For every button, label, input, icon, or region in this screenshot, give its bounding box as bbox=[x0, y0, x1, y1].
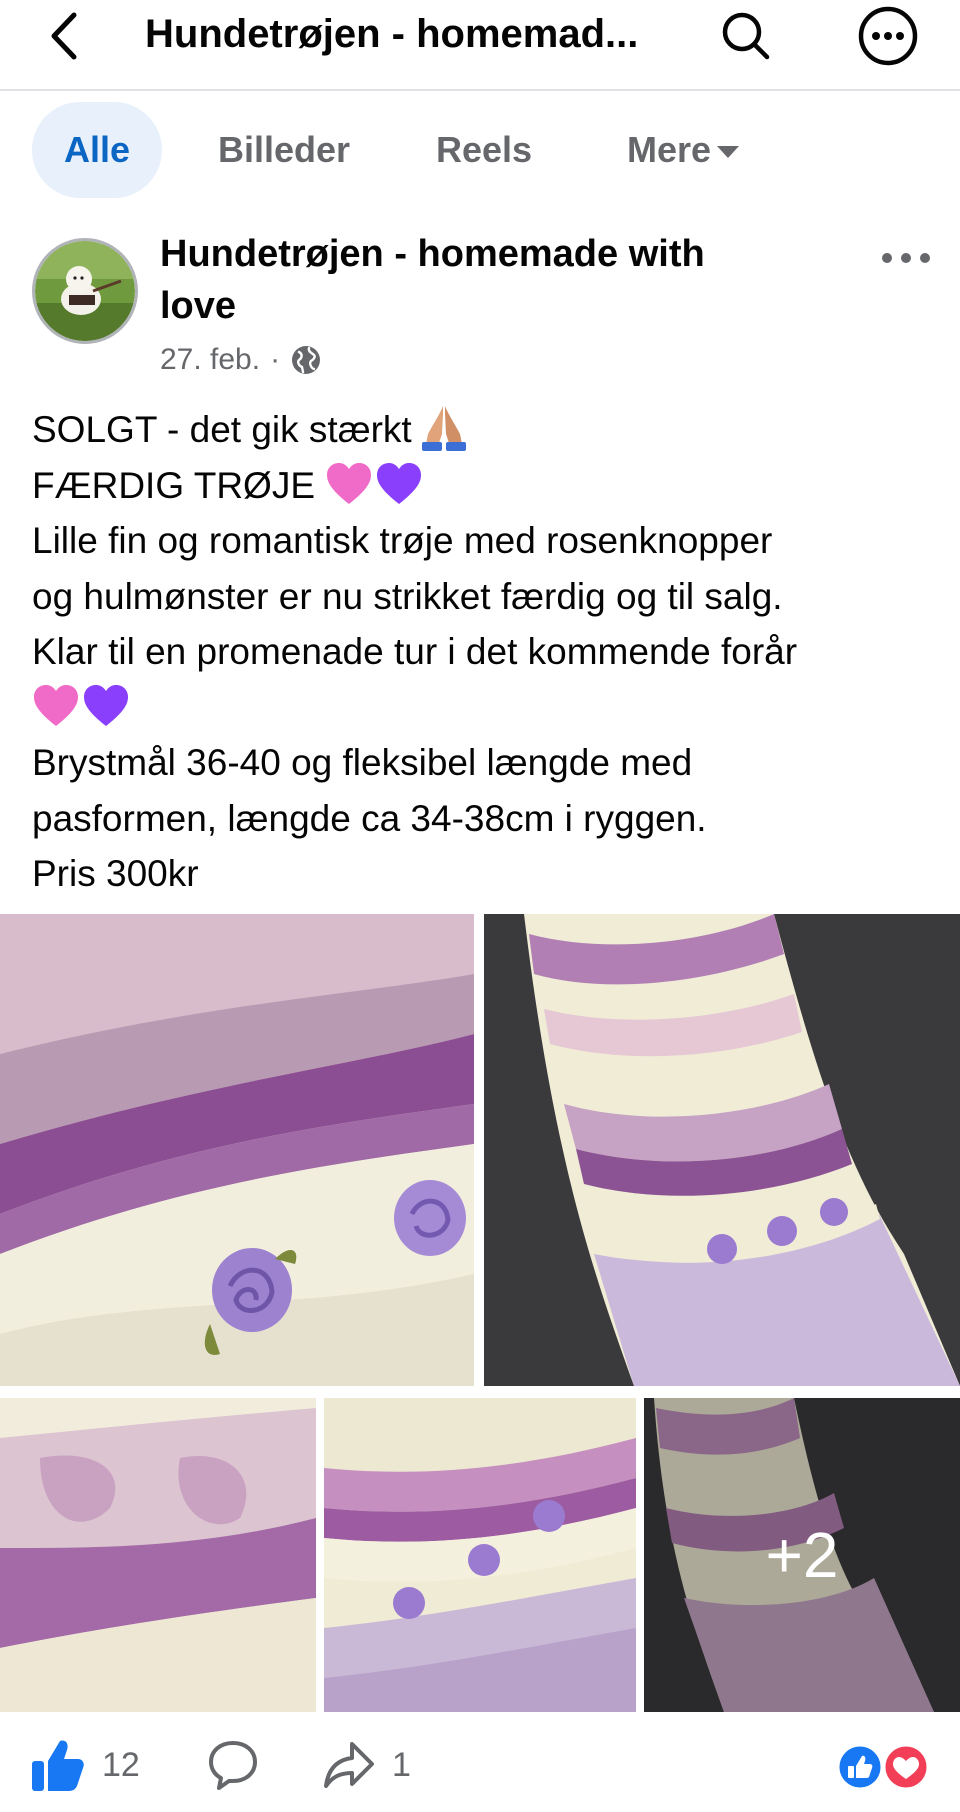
reaction-icons bbox=[836, 1743, 930, 1791]
reactions-summary[interactable] bbox=[836, 1742, 932, 1792]
purple-heart-emoji bbox=[377, 462, 422, 504]
top-bar: Hundetrøjen - homemad... bbox=[0, 0, 960, 91]
like-count: 12 bbox=[102, 1745, 140, 1784]
post-photo-1[interactable] bbox=[0, 914, 474, 1386]
like-reaction-icon bbox=[836, 1743, 884, 1791]
knit-sweater-image bbox=[484, 914, 960, 1386]
post-line: Klar til en promenade tur i det kommende… bbox=[32, 631, 798, 672]
pink-heart-emoji bbox=[34, 684, 78, 726]
share-icon bbox=[324, 1742, 374, 1788]
chevron-left-icon bbox=[51, 12, 77, 60]
globe-icon bbox=[292, 346, 321, 374]
post-photo-5[interactable]: +2 bbox=[644, 1398, 960, 1712]
post-photo-2[interactable] bbox=[484, 914, 960, 1386]
post-text: SOLGT - det gik stærkt FÆRDIG TRØJE Lill… bbox=[32, 400, 932, 902]
post-photo-4[interactable] bbox=[324, 1398, 636, 1712]
knit-closeup-image bbox=[0, 914, 474, 1386]
post-line: Lille fin og romantisk trøje med rosenkn… bbox=[32, 520, 773, 561]
page-title: Hundetrøjen - homemad... bbox=[145, 12, 639, 56]
tab-reels[interactable]: Reels bbox=[420, 102, 548, 198]
dog-photo bbox=[35, 241, 135, 341]
tab-label: Reels bbox=[435, 129, 533, 170]
post-line: FÆRDIG TRØJE bbox=[32, 458, 932, 514]
post-line: og hulmønster er nu strikket færdig og t… bbox=[32, 575, 783, 617]
tab-label: Mere bbox=[626, 129, 712, 170]
more-horizontal-icon bbox=[882, 253, 930, 263]
like-button[interactable]: 12 bbox=[30, 1734, 140, 1796]
post-actions-bar: 12 1 bbox=[0, 1720, 960, 1812]
more-photos-overlay[interactable]: +2 bbox=[644, 1398, 960, 1712]
back-button[interactable] bbox=[38, 6, 88, 66]
post-photo-3[interactable] bbox=[0, 1398, 316, 1712]
post-line: Pris 300kr bbox=[32, 853, 199, 894]
search-button[interactable] bbox=[718, 8, 774, 64]
praying-hands-emoji bbox=[421, 406, 466, 451]
knit-pattern-image bbox=[0, 1398, 316, 1712]
more-options-button[interactable] bbox=[856, 4, 920, 68]
comment-button[interactable] bbox=[206, 1734, 260, 1796]
pink-heart-emoji bbox=[327, 462, 372, 504]
tab-billeder[interactable]: Billeder bbox=[200, 102, 368, 198]
share-count: 1 bbox=[392, 1745, 411, 1784]
search-icon bbox=[722, 12, 770, 60]
tab-label: Billeder bbox=[217, 129, 351, 170]
avatar[interactable] bbox=[32, 238, 138, 344]
post-date[interactable]: 27. feb. bbox=[160, 343, 260, 377]
comment-icon bbox=[209, 1741, 257, 1790]
purple-heart-emoji bbox=[84, 684, 128, 726]
post-line: Brystmål 36-40 og fleksibel længde med bbox=[32, 742, 693, 783]
post-author-name[interactable]: Hundetrøjen - homemade with love bbox=[160, 228, 780, 332]
tab-label: Alle bbox=[63, 129, 131, 170]
tab-alle[interactable]: Alle bbox=[32, 102, 162, 198]
share-button[interactable]: 1 bbox=[322, 1734, 411, 1796]
post-meta: 27. feb. · bbox=[160, 338, 322, 382]
post-line-emoji bbox=[32, 680, 932, 736]
tab-mere[interactable]: Mere bbox=[610, 102, 756, 198]
caret-down-icon bbox=[717, 146, 740, 158]
more-circle-icon bbox=[858, 6, 918, 66]
more-photos-count: +2 bbox=[765, 1519, 839, 1591]
post-line: pasformen, længde ca 34-38cm i ryggen. bbox=[32, 797, 707, 839]
knit-roses-image bbox=[324, 1398, 636, 1712]
thumbs-up-icon bbox=[32, 1740, 84, 1791]
filter-tabs: Alle Billeder Reels Mere bbox=[0, 100, 960, 200]
post-options-button[interactable] bbox=[876, 238, 936, 278]
post-line: SOLGT - det gik stærkt bbox=[32, 400, 932, 458]
meta-separator: · bbox=[270, 343, 281, 376]
love-reaction-icon bbox=[882, 1743, 930, 1791]
